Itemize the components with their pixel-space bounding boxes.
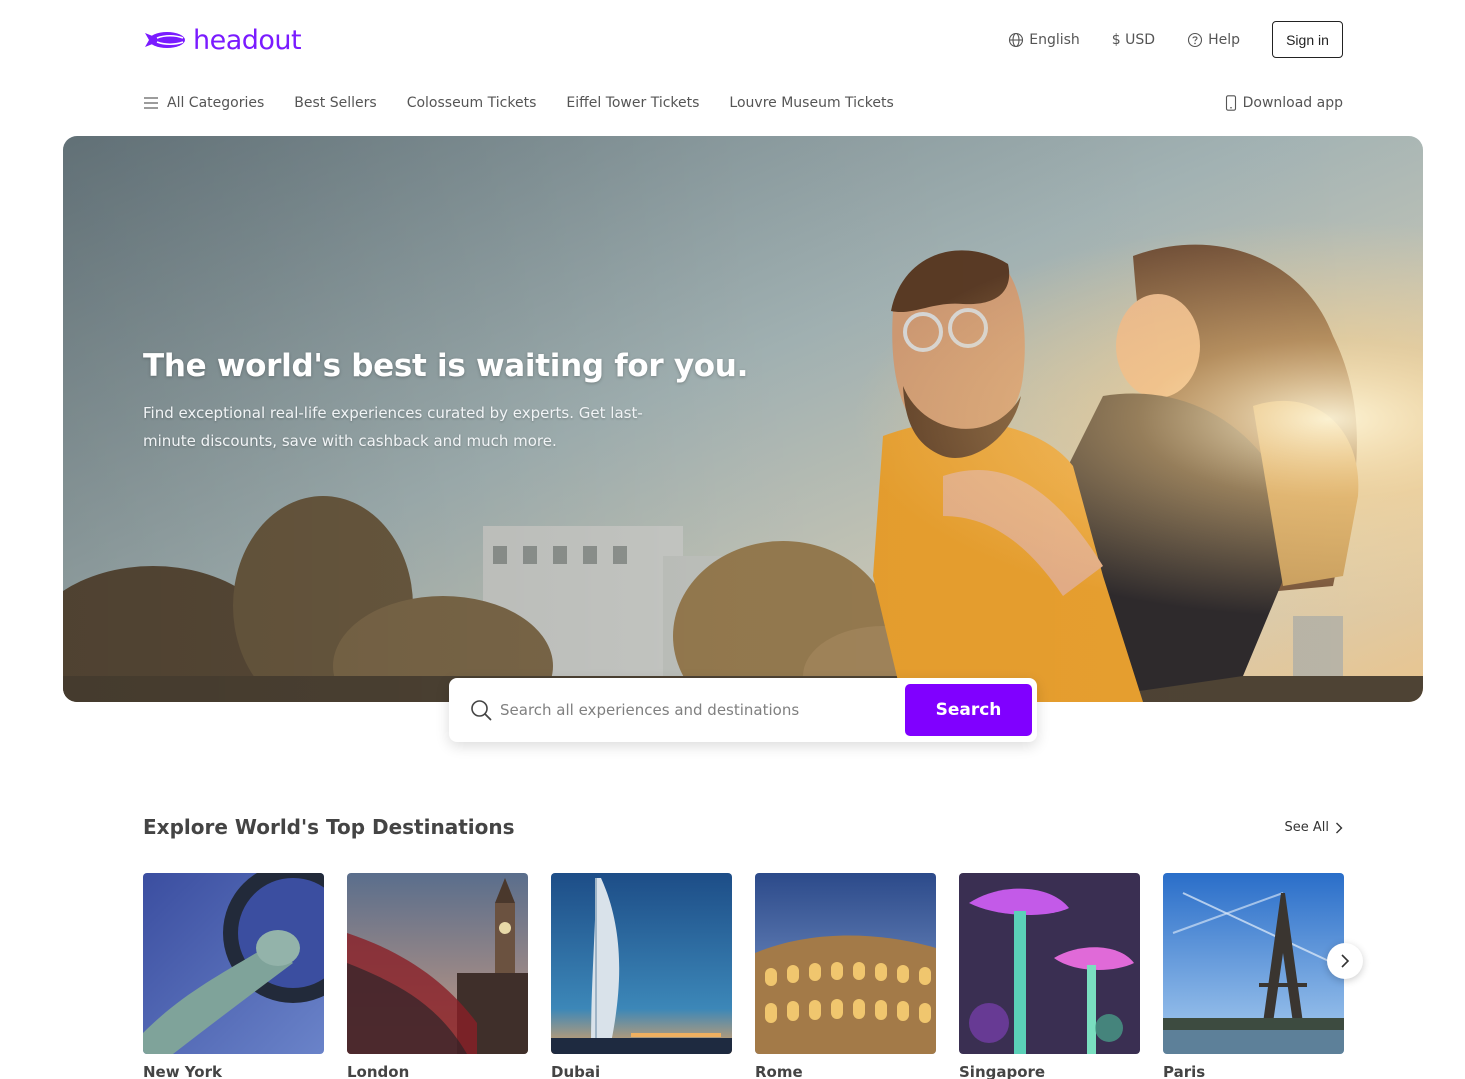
destination-name: New York — [143, 1063, 222, 1079]
destination-card-rome[interactable]: Rome — [755, 873, 936, 1079]
help-link[interactable]: Help — [1187, 32, 1240, 48]
supertree-grove-image — [959, 873, 1140, 1054]
top-links: English $ USD Help Sign in — [1008, 21, 1343, 58]
big-ben-image — [347, 873, 528, 1054]
nav-item-colosseum-tickets[interactable]: Colosseum Tickets — [407, 95, 537, 111]
language-selector[interactable]: English — [1008, 32, 1080, 48]
hero-title: The world's best is waiting for you. — [143, 348, 749, 384]
destination-card-paris[interactable]: Paris — [1163, 873, 1344, 1079]
sign-in-button[interactable]: Sign in — [1272, 21, 1343, 58]
hero-subtitle: Find exceptional real-life experiences c… — [143, 404, 643, 450]
section-title: Explore World's Top Destinations — [143, 815, 515, 839]
currency-selector[interactable]: $ USD — [1112, 32, 1155, 48]
nav-item-louvre-museum-tickets[interactable]: Louvre Museum Tickets — [729, 95, 893, 111]
help-icon — [1188, 32, 1203, 47]
destination-name: London — [347, 1063, 410, 1079]
search-button[interactable]: Search — [905, 684, 1032, 736]
currency-label: $ USD — [1111, 31, 1156, 48]
hamburger-menu-icon — [144, 97, 158, 109]
statue-of-liberty-image — [143, 873, 324, 1054]
search-input[interactable] — [500, 696, 895, 724]
see-all-label: See All — [1284, 820, 1330, 835]
carousel-next-button[interactable] — [1327, 943, 1363, 979]
destination-name: Rome — [755, 1063, 803, 1079]
colosseum-image — [755, 873, 936, 1054]
blimp-logo-icon — [145, 32, 185, 48]
nav-item-eiffel-tower-tickets[interactable]: Eiffel Tower Tickets — [566, 95, 699, 111]
globe-icon — [1009, 32, 1024, 47]
all-categories-label: All Categories — [167, 95, 265, 111]
download-app-label: Download app — [1242, 95, 1343, 111]
eiffel-tower-image — [1163, 873, 1344, 1054]
nav-item-best-sellers[interactable]: Best Sellers — [294, 95, 376, 111]
help-label: Help — [1208, 31, 1240, 48]
destination-card-london[interactable]: London — [347, 873, 528, 1079]
headout-logo[interactable]: headout — [143, 22, 302, 58]
language-label: English — [1029, 31, 1080, 48]
destination-name: Paris — [1163, 1063, 1206, 1079]
burj-al-arab-image — [551, 873, 732, 1054]
header: headout English $ USD Help Sign in — [0, 0, 1465, 80]
download-app-link[interactable]: Download app — [1225, 95, 1343, 111]
smartphone-icon — [1225, 95, 1236, 111]
chevron-right-icon — [1341, 954, 1350, 968]
logo-text: headout — [193, 24, 302, 56]
destination-card-dubai[interactable]: Dubai — [551, 873, 732, 1079]
all-categories-menu[interactable]: All Categories — [143, 95, 264, 111]
category-nav: All Categories Best Sellers Colosseum Ti… — [143, 88, 1343, 118]
destination-name: Singapore — [959, 1063, 1046, 1079]
destination-card-singapore[interactable]: Singapore — [959, 873, 1140, 1079]
search-box: Search — [449, 678, 1037, 742]
chevron-right-icon — [1336, 822, 1343, 833]
destinations-carousel: New York London Dubai Rome Singapore Par… — [143, 873, 1344, 1079]
destination-card-new-york[interactable]: New York — [143, 873, 324, 1079]
search-icon — [471, 700, 492, 721]
hero-banner: The world's best is waiting for you. Fin… — [63, 136, 1423, 702]
see-all-link[interactable]: See All — [1285, 820, 1344, 835]
destination-name: Dubai — [551, 1063, 601, 1079]
